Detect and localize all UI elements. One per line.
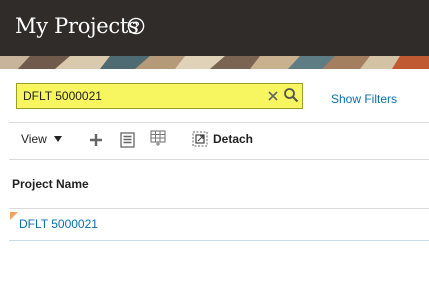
- search-input[interactable]: [23, 85, 258, 107]
- banner-pattern: [0, 56, 429, 69]
- view-menu-label: View: [21, 132, 47, 146]
- edit-list-icon[interactable]: [120, 132, 135, 148]
- clear-icon[interactable]: [266, 89, 280, 103]
- row-marker-icon: [10, 212, 18, 220]
- caret-down-icon: [53, 135, 62, 142]
- divider: [9, 122, 429, 123]
- search-icon[interactable]: [283, 87, 299, 103]
- column-header-project-name[interactable]: Project Name: [12, 177, 89, 191]
- divider: [9, 159, 429, 160]
- row-divider: [9, 240, 429, 241]
- freeze-columns-icon[interactable]: [150, 130, 166, 147]
- detach-label: Detach: [213, 132, 254, 146]
- decorative-banner: [0, 56, 429, 69]
- add-icon[interactable]: [89, 133, 103, 147]
- page-title: My Projects: [15, 14, 139, 38]
- header-divider: [9, 208, 429, 209]
- help-icon[interactable]: [127, 17, 145, 35]
- search-box[interactable]: [16, 83, 303, 109]
- show-filters-link[interactable]: Show Filters: [331, 92, 397, 106]
- view-menu[interactable]: View: [21, 132, 62, 146]
- table-row-project-link[interactable]: DFLT 5000021: [19, 217, 98, 231]
- toolbar: View Detach: [0, 124, 429, 158]
- detach-icon: [192, 131, 208, 147]
- page-header: My Projects: [0, 0, 429, 56]
